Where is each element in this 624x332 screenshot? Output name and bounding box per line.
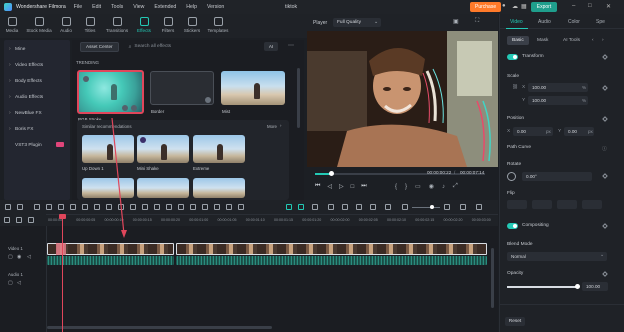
annotation-arrow: [111, 117, 125, 235]
annotation-arrowhead: [121, 230, 127, 238]
annotation-arrow-overlay: [111, 117, 127, 238]
